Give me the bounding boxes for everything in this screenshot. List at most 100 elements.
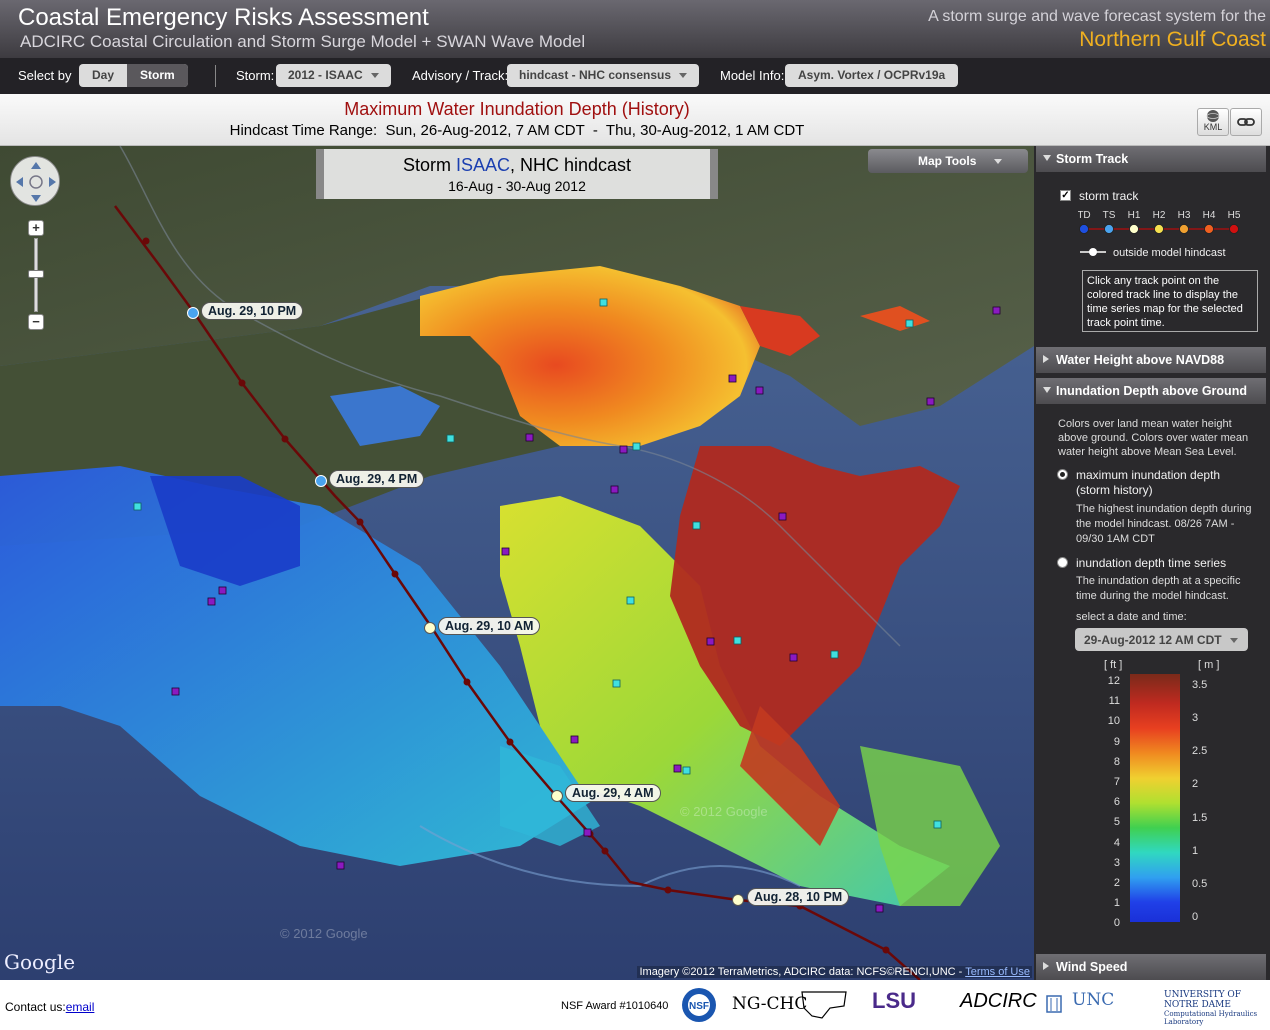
- time-series-title: inundation depth time series: [1076, 556, 1227, 570]
- date-time-value: 29-Aug-2012 12 AM CDT: [1084, 633, 1222, 647]
- expand-icon: [1043, 962, 1049, 970]
- nsf-award: NSF Award #1010640: [561, 1000, 669, 1012]
- outside-hindcast-label: outside model hindcast: [1113, 247, 1226, 259]
- track-label[interactable]: Aug. 28, 10 PM: [747, 888, 850, 906]
- globe-icon: [1206, 110, 1220, 122]
- track-label[interactable]: Aug. 29, 4 AM: [565, 784, 661, 802]
- map-view[interactable]: + − Storm ISAAC, NHC hindcast 16-Aug - 3…: [0, 146, 1034, 980]
- color-scale-bar: [1130, 674, 1180, 922]
- storm-button[interactable]: Storm: [127, 64, 188, 87]
- terms-of-use-link[interactable]: Terms of Use: [965, 966, 1030, 978]
- pan-arrows-icon: [16, 162, 56, 202]
- zoom-in-button[interactable]: +: [28, 220, 44, 236]
- storm-track-label: storm track: [1079, 189, 1139, 203]
- category-label: TD: [1078, 210, 1091, 221]
- link-button[interactable]: [1230, 108, 1262, 136]
- model-info-button[interactable]: Asym. Vortex / OCPRv19a: [785, 64, 959, 87]
- storm-track-section-header[interactable]: Storm Track: [1036, 146, 1266, 172]
- category-label: TS: [1103, 210, 1116, 221]
- outside-hindcast-icon: [1080, 248, 1106, 256]
- adcirc-logo: ADCIRC: [960, 990, 1037, 1012]
- max-inundation-radio[interactable]: [1057, 469, 1068, 480]
- section-title: Wind Speed: [1056, 960, 1128, 974]
- select-by-toggle: Day Storm: [79, 64, 188, 87]
- region-name: Northern Gulf Coast: [1079, 28, 1266, 51]
- unc-building-icon: [1046, 995, 1062, 1013]
- storm-track-checkbox[interactable]: ✓: [1060, 190, 1071, 201]
- map-title-bar: Maximum Water Inundation Depth (History)…: [0, 94, 1270, 146]
- category-label: H1: [1128, 210, 1141, 221]
- legend-ft-tick: 11: [1108, 695, 1120, 708]
- toolbar: Select by Day Storm Storm: 2012 - ISAAC …: [0, 58, 1270, 94]
- google-logo: Google: [4, 950, 76, 974]
- tagline: A storm surge and wave forecast system f…: [928, 8, 1266, 25]
- legend-ft-tick: 9: [1113, 735, 1120, 748]
- track-label[interactable]: Aug. 29, 10 AM: [438, 617, 541, 635]
- expand-icon: [1043, 355, 1049, 363]
- storm-dropdown[interactable]: 2012 - ISAAC: [276, 64, 391, 87]
- time-series-description: The inundation depth at a specific time …: [1076, 575, 1241, 602]
- select-date-label: select a date and time:: [1076, 611, 1187, 623]
- map-title: Maximum Water Inundation Depth (History): [344, 99, 690, 119]
- category-dot: [1104, 224, 1114, 234]
- legend-ft-tick: 1: [1113, 897, 1120, 910]
- storm-dates: 16-Aug - 30-Aug 2012: [448, 178, 586, 194]
- lsu-logo: LSU: [872, 988, 916, 1013]
- category-label: H3: [1178, 210, 1191, 221]
- notre-dame-lab: Computational Hydraulics Laboratory: [1164, 1010, 1258, 1026]
- inundation-section-header[interactable]: Inundation Depth above Ground: [1036, 378, 1266, 404]
- nsf-logo: NSF: [682, 988, 716, 1022]
- notre-dame-logo: UNIVERSITY OF NOTRE DAME: [1164, 990, 1242, 1010]
- map-imagery: [0, 146, 1034, 980]
- category-dot: [1179, 224, 1189, 234]
- day-button[interactable]: Day: [79, 64, 127, 87]
- legend-ft-tick: 3: [1113, 856, 1120, 869]
- date-time-dropdown[interactable]: 29-Aug-2012 12 AM CDT: [1075, 628, 1248, 651]
- category-dot: [1129, 224, 1139, 234]
- email-link[interactable]: email: [66, 1000, 95, 1014]
- legend-m-tick: 1: [1192, 844, 1199, 857]
- section-title: Storm Track: [1056, 152, 1129, 166]
- legend-m-tick: 1.5: [1192, 811, 1208, 824]
- water-height-section-header[interactable]: Water Height above NAVD88: [1036, 347, 1266, 373]
- app-header: Coastal Emergency Risks Assessment ADCIR…: [0, 0, 1270, 58]
- category-label: H5: [1228, 210, 1241, 221]
- footer: Contact us:email NSF Award #1010640 NSF …: [0, 980, 1270, 1030]
- collapse-icon: [1043, 155, 1051, 161]
- max-inundation-description: The highest inundation depth during the …: [1076, 503, 1252, 545]
- legend-ft-tick: 6: [1113, 796, 1120, 809]
- storm-prefix: Storm: [402, 155, 456, 175]
- contact-label: Contact us:: [5, 1000, 66, 1014]
- inundation-description: Colors over land mean water height above…: [1058, 418, 1249, 458]
- pan-control[interactable]: [10, 156, 60, 206]
- storm-dropdown-value: 2012 - ISAAC: [288, 68, 363, 82]
- legend-ft-tick: 5: [1113, 816, 1120, 829]
- hindcast-time-range: Hindcast Time Range: Sun, 26-Aug-2012, 7…: [229, 122, 805, 139]
- map-tools-dropdown[interactable]: Map Tools: [868, 149, 1028, 173]
- legend-m-tick: 2: [1192, 778, 1199, 791]
- zoom-out-button[interactable]: −: [28, 314, 44, 330]
- toolbar-divider: [215, 65, 216, 87]
- svg-text:NSF: NSF: [689, 1001, 709, 1012]
- advisory-dropdown[interactable]: hindcast - NHC consensus: [507, 64, 700, 87]
- legend-ft-tick: 12: [1107, 675, 1120, 687]
- unc-logo: UNC: [1072, 990, 1115, 1010]
- storm-name: ISAAC: [455, 155, 510, 175]
- legend-m-tick: 0.5: [1192, 877, 1208, 890]
- gulf-states-map-icon: [801, 991, 847, 1019]
- wind-speed-section-header[interactable]: Wind Speed: [1036, 954, 1266, 980]
- kml-download-button[interactable]: KML: [1197, 108, 1229, 136]
- zoom-slider-handle[interactable]: [28, 270, 44, 278]
- section-title: Inundation Depth above Ground: [1056, 384, 1247, 398]
- legend-ft-label: [ ft ]: [1104, 659, 1123, 671]
- legend-ft-tick: 0: [1113, 917, 1120, 930]
- category-dot: [1154, 224, 1164, 234]
- track-label[interactable]: Aug. 29, 4 PM: [329, 470, 425, 488]
- map-tools-label: Map Tools: [918, 154, 977, 168]
- track-label[interactable]: Aug. 29, 10 PM: [201, 302, 304, 320]
- link-icon: [1237, 118, 1255, 126]
- advisory-label: Advisory / Track:: [412, 68, 509, 83]
- time-series-radio[interactable]: [1057, 557, 1068, 568]
- legend-m-tick: 2.5: [1192, 745, 1208, 758]
- category-dot: [1229, 224, 1239, 234]
